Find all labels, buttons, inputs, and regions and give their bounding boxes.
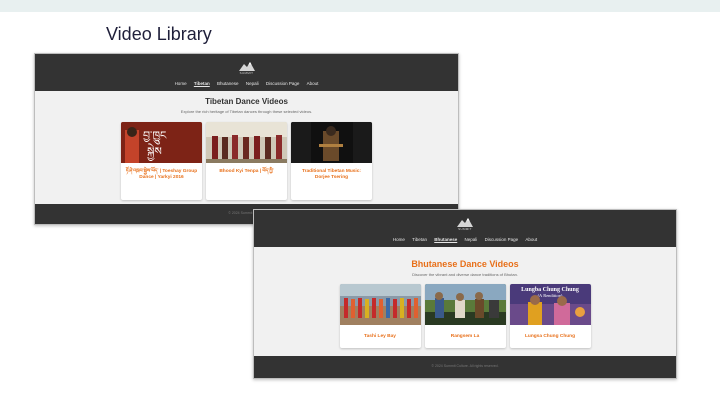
video-thumbnail[interactable]: Lungba Chung Chung (A Rendition) [509, 284, 591, 325]
video-thumbnail[interactable] [291, 122, 372, 163]
nav-nepali[interactable]: Nepali [465, 237, 478, 242]
video-thumbnail[interactable] [339, 284, 421, 325]
video-card[interactable]: Tashi Ley Bay [339, 284, 421, 348]
nav-tibetan[interactable]: Tibetan [194, 81, 210, 86]
site-logo[interactable]: SUMMIT [454, 216, 476, 231]
video-card[interactable]: Rangsem La [424, 284, 506, 348]
video-title[interactable]: Bhood Kyi Tenpa | བོད་ཀྱི་ [206, 169, 287, 175]
video-card[interactable]: Traditional Tibetan Music: Dorjee Tserin… [291, 122, 372, 200]
footer-text: © 2024 Summit Culture. All rights reserv… [431, 364, 499, 368]
nav-about[interactable]: About [525, 237, 537, 242]
bhutanese-page-screenshot: SUMMIT Home Tibetan Bhutanese Nepali Dis… [253, 209, 677, 379]
video-card[interactable]: Bhood Kyi Tenpa | བོད་ཀྱི་ [206, 122, 287, 200]
slide-title: Video Library [106, 24, 212, 44]
nav-menu: Home Tibetan Bhutanese Nepali Discussion… [35, 81, 458, 86]
nav-menu: Home Tibetan Bhutanese Nepali Discussion… [254, 237, 676, 242]
video-title[interactable]: Lungsa Chung Chung [510, 334, 591, 340]
video-title[interactable]: Rangsem La [425, 334, 506, 340]
logo-text: SUMMIT [458, 227, 472, 231]
video-title[interactable]: Traditional Tibetan Music: Dorjee Tserin… [291, 169, 372, 181]
video-title[interactable]: ཏོ་ཤེ་འཁྲབ་སྐྱེས་ཡོད་ | Toeshay Group Da… [121, 169, 202, 181]
tibetan-page-screenshot: SUMMIT Home Tibetan Bhutanese Nepali Dis… [34, 53, 459, 225]
nav-home[interactable]: Home [175, 81, 187, 86]
video-card[interactable]: བྱ་ཁྱུང སྐྱེས ཏོ་ཤེ་འཁྲབ་སྐྱེས་ཡོད་ | To… [121, 122, 202, 200]
navbar: SUMMIT Home Tibetan Bhutanese Nepali Dis… [35, 54, 458, 91]
nav-bhutanese[interactable]: Bhutanese [434, 237, 457, 242]
nav-about[interactable]: About [307, 81, 319, 86]
page-subheading: Discover the vibrant and diverse dance t… [412, 272, 518, 277]
page-subheading: Explore the rich heritage of Tibetan dan… [180, 109, 313, 114]
nav-home[interactable]: Home [393, 237, 405, 242]
video-thumbnail[interactable]: བྱ་ཁྱུང སྐྱེས [121, 122, 202, 163]
video-card-list: བྱ་ཁྱུང སྐྱེས ཏོ་ཤེ་འཁྲབ་སྐྱེས་ཡོད་ | To… [35, 122, 458, 200]
video-thumbnail[interactable] [206, 122, 287, 163]
site-footer: © 2024 Summit Culture. All rights reserv… [254, 356, 676, 378]
page-heading: Bhutanese Dance Videos [411, 259, 519, 269]
top-band [0, 0, 720, 12]
video-card-list: Tashi Ley Bay Rangsem La Lungba Chung Ch… [254, 284, 676, 348]
video-thumbnail[interactable] [424, 284, 506, 325]
video-title[interactable]: Tashi Ley Bay [340, 334, 421, 340]
nav-nepali[interactable]: Nepali [246, 81, 259, 86]
nav-tibetan[interactable]: Tibetan [412, 237, 427, 242]
video-card[interactable]: Lungba Chung Chung (A Rendition) Lungsa … [509, 284, 591, 348]
logo-text: SUMMIT [239, 71, 254, 75]
nav-bhutanese[interactable]: Bhutanese [217, 81, 239, 86]
page-heading: Tibetan Dance Videos [205, 97, 288, 106]
navbar: SUMMIT Home Tibetan Bhutanese Nepali Dis… [254, 210, 676, 247]
site-logo[interactable]: SUMMIT [236, 60, 258, 75]
nav-discussion[interactable]: Discussion Page [485, 237, 519, 242]
nav-discussion[interactable]: Discussion Page [266, 81, 300, 86]
